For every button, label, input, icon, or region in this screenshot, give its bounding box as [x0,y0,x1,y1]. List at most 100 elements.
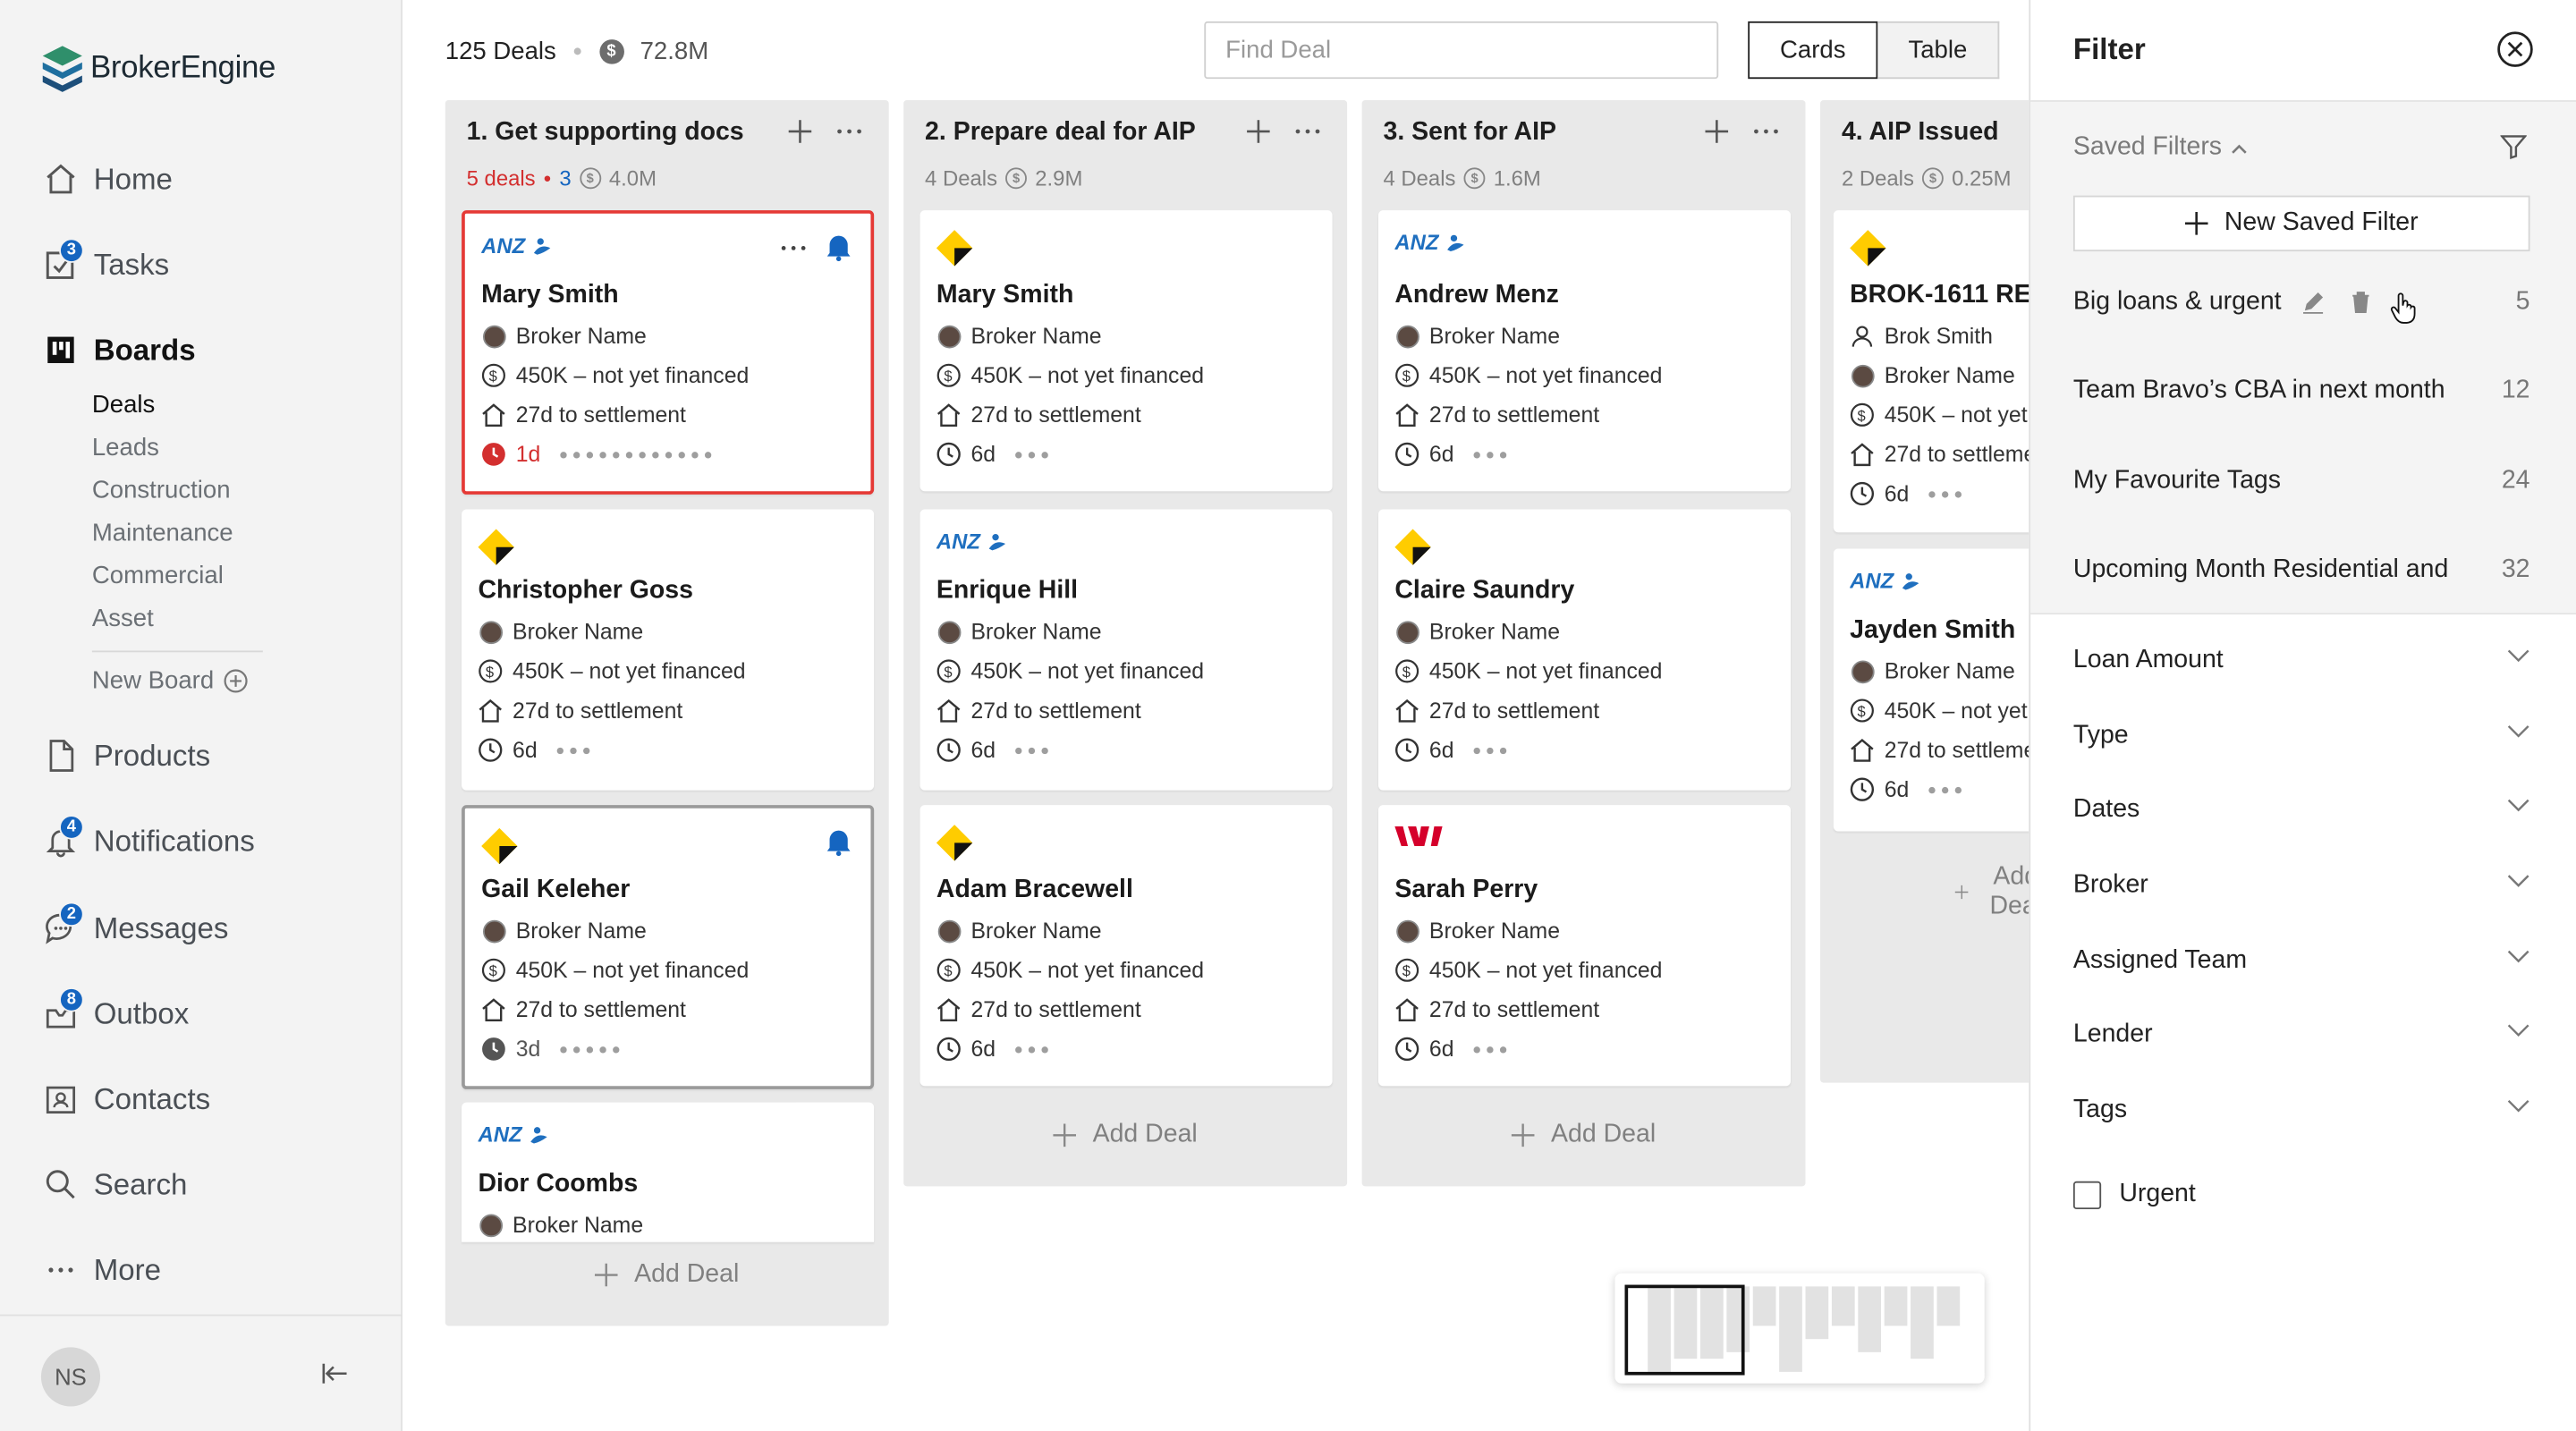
saved-filter-item[interactable]: Upcoming Month Residential and 32 [2073,550,2530,589]
client-name: Mary Smith [936,281,1074,309]
funnel-icon[interactable] [2500,135,2527,160]
deal-card[interactable]: Gail Keleher Broker Name $450K – not yet… [462,805,875,1089]
deal-card[interactable]: ANZ Mary Smith Broker Name $450K – not y… [462,210,875,495]
saved-filter-count: 32 [2501,555,2530,584]
nav-contacts[interactable]: Contacts [41,1074,210,1123]
broker-row: Broker Name [936,324,1102,348]
board-maintenance[interactable]: Maintenance [92,519,233,546]
board-construction[interactable]: Construction [92,477,231,504]
add-deal-button[interactable]: Add Deal [445,1260,889,1290]
deal-card[interactable]: ANZ Dior Coombs Broker Name [462,1102,875,1242]
clock-icon [936,442,962,467]
age-row: 6d [936,1037,1048,1062]
urgent-checkbox[interactable]: Urgent [2072,1180,2196,1209]
broker-name: Broker Name [970,619,1102,645]
more-horizontal-icon[interactable] [836,120,862,143]
bell-icon: 4 [41,814,84,859]
chevron-down-icon [2507,875,2529,887]
board-minimap[interactable] [1614,1273,1985,1384]
progress-dots [1928,490,1962,497]
deal-age: 6d [970,737,996,763]
filter-dates[interactable]: Dates [2073,791,2530,830]
bell-icon[interactable] [826,828,852,857]
more-horizontal-icon[interactable] [1294,120,1320,143]
house-icon [936,699,962,724]
nav-search-label: Search [93,1167,188,1200]
nav-search[interactable]: Search [41,1160,188,1209]
filter-tags[interactable]: Tags [2073,1091,2530,1130]
deal-age: 3d [515,1037,541,1062]
table-view-button[interactable]: Table [1877,21,2000,80]
minimap-preview [1624,1284,1961,1376]
deal-card[interactable]: Christopher Goss Broker Name $450K – not… [462,509,875,791]
nav-boards[interactable]: Boards [41,326,196,375]
nav-notifications[interactable]: 4 Notifications [41,814,255,866]
pencil-icon[interactable] [2301,291,2325,314]
collapse-sidebar-icon[interactable] [320,1360,350,1386]
deal-card[interactable]: ANZ Andrew Menz Broker Name $450K – not … [1377,210,1792,492]
board-commercial[interactable]: Commercial [92,562,224,589]
filter-assigned-team[interactable]: Assigned Team [2073,942,2530,981]
broker-avatar [482,324,505,348]
filter-type[interactable]: Type [2073,716,2530,756]
deal-card[interactable]: Mary Smith Broker Name $450K – not yet f… [919,210,1333,492]
nav-home[interactable]: Home [41,155,173,204]
column-value: 0.25M [1952,165,2012,191]
board-asset[interactable]: Asset [92,605,154,632]
deal-card[interactable]: Sarah Perry Broker Name $450K – not yet … [1377,805,1792,1087]
close-icon[interactable] [2497,31,2533,67]
board-column: 1. Get supporting docs 5 deals • 3 $ 4.0… [445,100,889,1326]
find-deal-input[interactable] [1204,21,1719,80]
nav-products[interactable]: Products [41,731,210,780]
nav-outbox[interactable]: 8 Outbox [41,986,189,1038]
settlement: 27d to settlement [970,402,1141,428]
svg-text:$: $ [486,664,494,681]
saved-filter-item[interactable]: Big loans & urgent 5 [2073,283,2530,324]
cards-view-button[interactable]: Cards [1748,21,1878,80]
filter-section-label: Loan Amount [2072,645,2224,674]
new-saved-filter-button[interactable]: New Saved Filter [2072,195,2530,252]
broker-row: Broker Name [478,620,643,644]
notifications-badge: 4 [59,814,84,839]
loan-amount: 450K – not yet financed [515,362,750,388]
trash-icon[interactable] [2351,291,2370,314]
saved-filter-item[interactable]: Team Bravo’s CBA in next month 12 [2073,371,2530,411]
brokerengine-logo[interactable]: BrokerEngine [41,45,275,94]
nav-messages[interactable]: 2 Messages [41,901,228,953]
saved-filters-toggle[interactable]: Saved Filters [2073,133,2249,163]
more-horizontal-icon[interactable] [780,244,806,250]
checkbox-box[interactable] [2072,1180,2102,1209]
new-board-button[interactable]: New Board [92,667,249,695]
plus-icon[interactable] [1247,120,1270,143]
filter-section-label: Dates [2072,795,2140,824]
nav-tasks[interactable]: 3 Tasks [41,237,169,289]
settlement-row: 27d to settlement [1394,699,1599,723]
settlement: 27d to settlement [515,997,686,1022]
add-deal-button[interactable]: Add Deal [1954,862,2029,921]
search-icon [41,1165,79,1203]
plus-icon[interactable] [788,120,812,143]
plus-icon[interactable] [1705,120,1729,143]
filter-broker[interactable]: Broker [2073,866,2530,905]
deal-card[interactable]: BROK-1611 REQ Brok Smith Broker Name $45… [1833,210,2029,533]
app-name: BrokerEngine [90,50,276,86]
more-horizontal-icon[interactable] [1753,120,1779,143]
progress-dots [1473,746,1507,754]
board-leads[interactable]: Leads [92,434,159,461]
deal-card[interactable]: Adam Bracewell Broker Name $450K – not y… [919,805,1333,1087]
add-deal-button[interactable]: Add Deal [903,1121,1347,1150]
deal-card[interactable]: ANZ Jayden Smith Broker Name $450K – not… [1833,548,2029,832]
user-avatar[interactable]: NS [40,1347,101,1407]
boards-icon [41,331,79,368]
filter-lender[interactable]: Lender [2073,1015,2530,1054]
add-deal-button[interactable]: Add Deal [1362,1121,1806,1150]
board-deals[interactable]: Deals [92,391,155,419]
saved-filter-item[interactable]: My Favourite Tags 24 [2073,461,2530,501]
nav-more[interactable]: More [41,1245,161,1294]
bell-icon[interactable] [826,233,852,262]
deal-card[interactable]: ANZ Enrique Hill Broker Name $450K – not… [919,509,1333,791]
filter-loan-amount[interactable]: Loan Amount [2073,640,2530,680]
deal-age: 1d [515,442,541,467]
deal-card[interactable]: Claire Saundry Broker Name $450K – not y… [1377,509,1792,791]
broker-name: Broker Name [513,1212,644,1238]
